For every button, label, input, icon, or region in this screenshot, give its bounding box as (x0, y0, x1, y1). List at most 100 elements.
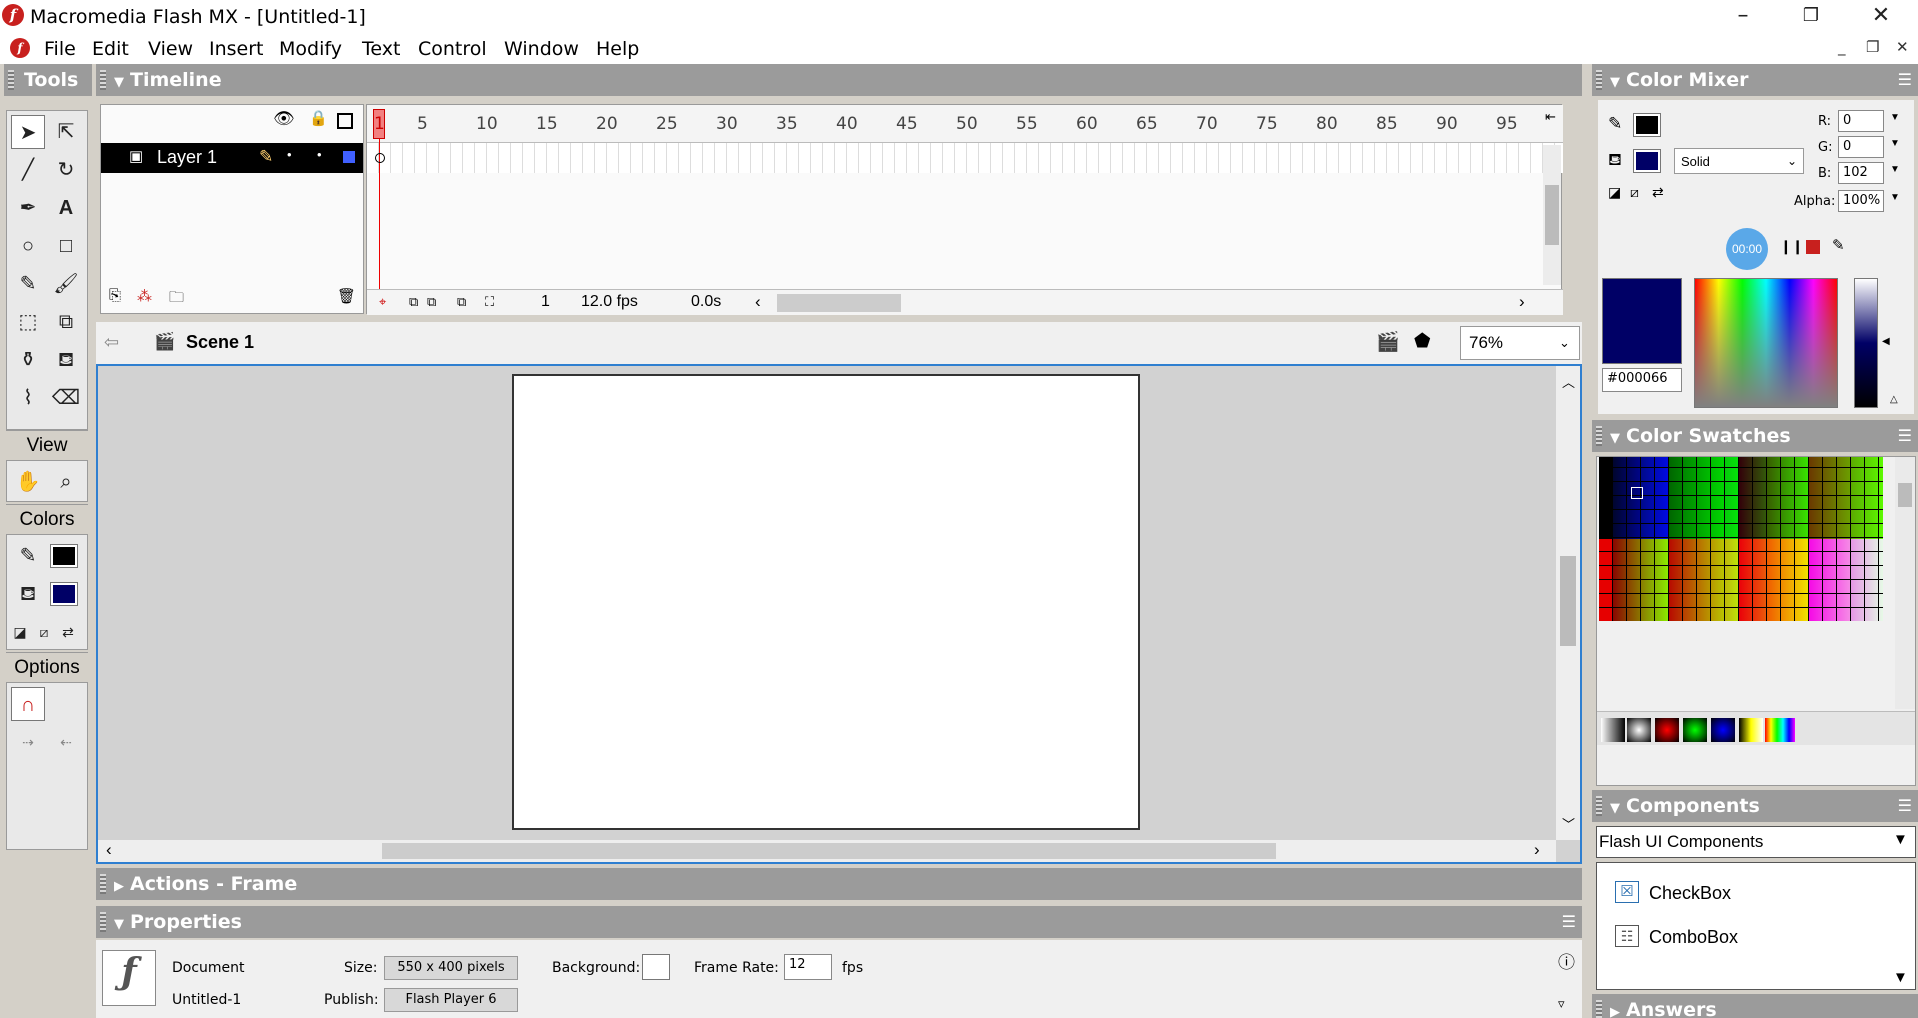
menu-text[interactable]: Text (362, 38, 400, 60)
frame-area[interactable]: ⇤ ⌖ ⧉ ⧉ ⧉ ⛶ 1 12.0 fps 0.0s ‹ › (366, 104, 1563, 315)
modify-onion-markers-icon[interactable]: ⛶ (485, 294, 494, 310)
color-swatches-header[interactable]: ▼ Color Swatches ☰ (1592, 420, 1918, 452)
menu-modify[interactable]: Modify (279, 38, 342, 60)
stroke-color-swatch[interactable] (1633, 113, 1661, 137)
blue-arrow-icon[interactable]: ▼ (1890, 164, 1900, 175)
eye-icon[interactable]: 👁 (273, 109, 295, 129)
onion-outline-icon[interactable]: ⧉ (427, 294, 436, 310)
pause-icon[interactable]: ❙❙ (1780, 238, 1803, 255)
brightness-slider[interactable] (1854, 278, 1878, 408)
stage-vscroll[interactable]: ︿ ﹀ (1556, 366, 1580, 840)
doc-minimize-button[interactable]: _ (1838, 38, 1846, 56)
menu-control[interactable]: Control (418, 38, 487, 60)
fill-style-select[interactable]: Solid ⌄ (1674, 148, 1804, 174)
red-arrow-icon[interactable]: ▼ (1890, 112, 1900, 123)
scroll-down-icon[interactable]: ﹀ (1562, 814, 1575, 833)
scroll-up-icon[interactable]: ︿ (1562, 372, 1575, 391)
gradient-radial-gray[interactable] (1627, 718, 1651, 742)
components-header[interactable]: ▼ Components ☰ (1592, 790, 1918, 822)
gradient-linear-rainbow[interactable] (1765, 718, 1795, 742)
back-arrow-icon[interactable]: ⇦ (104, 332, 119, 353)
outline-icon[interactable] (337, 113, 353, 129)
stage-area[interactable]: ︿ ﹀ ‹ › (96, 364, 1582, 864)
paint-bucket-tool-icon[interactable]: ⛾ (49, 343, 83, 377)
doc-restore-button[interactable]: ❐ (1866, 38, 1879, 56)
straighten-icon[interactable]: ⇠ (49, 725, 83, 759)
edit-symbols-icon[interactable]: ⬟ (1414, 330, 1431, 353)
no-color-icon[interactable]: ⧄ (31, 615, 57, 649)
gradient-radial-red[interactable] (1655, 718, 1679, 742)
scene-name[interactable]: Scene 1 (186, 332, 254, 353)
gradient-linear-gray[interactable] (1601, 718, 1625, 742)
scroll-right-icon[interactable]: › (1534, 840, 1540, 860)
triangle-down-icon[interactable]: ▼ (1893, 969, 1908, 986)
scroll-right-icon[interactable]: › (1519, 292, 1525, 312)
delete-layer-icon[interactable]: 🗑 (337, 287, 356, 305)
rectangle-tool-icon[interactable]: □ (49, 229, 83, 263)
lasso-tool-icon[interactable]: ↻ (49, 153, 83, 187)
gradient-radial-green[interactable] (1683, 718, 1707, 742)
timeline-header[interactable]: ▼ Timeline (96, 64, 1582, 96)
brightness-pointer-icon[interactable]: ◀ (1882, 336, 1890, 347)
pen-tool-icon[interactable]: ✒ (11, 191, 45, 225)
component-set-select[interactable]: Flash UI Components ▼ (1596, 826, 1916, 858)
black-white-icon[interactable]: ◪ (7, 615, 33, 649)
swatches-vscroll-thumb[interactable] (1898, 483, 1912, 507)
swap-colors-icon[interactable]: ⇄ (55, 615, 81, 649)
onion-skin-icon[interactable]: ⧉ (409, 294, 418, 310)
restore-button[interactable]: ❐ (1782, 0, 1840, 32)
stroke-color-swatch[interactable] (50, 544, 78, 568)
minimize-button[interactable]: – (1714, 0, 1772, 32)
component-item-checkbox[interactable]: CheckBox (1649, 883, 1731, 904)
add-guide-layer-icon[interactable]: ⁂ (137, 287, 152, 305)
keyframe[interactable] (375, 153, 385, 163)
lock-dot[interactable]: • (317, 147, 322, 162)
stage-hscroll[interactable]: ‹ › (98, 840, 1556, 862)
alpha-arrow-icon[interactable]: ▼ (1890, 192, 1900, 203)
fill-transform-tool-icon[interactable]: ⧉ (49, 305, 83, 339)
layer-row[interactable]: ▣ Layer 1 ✎ • • (101, 143, 363, 173)
recording-timer[interactable]: 00:00 (1726, 228, 1768, 270)
zoom-tool-icon[interactable]: ⌕ (49, 465, 83, 499)
text-tool-icon[interactable]: A (49, 191, 83, 225)
menu-edit[interactable]: Edit (92, 38, 129, 60)
fill-color-swatch[interactable] (1633, 149, 1661, 173)
stage-canvas[interactable] (512, 374, 1140, 830)
panel-options-icon[interactable]: ☰ (1898, 790, 1912, 822)
black-white-icon[interactable]: ◪ (1608, 184, 1621, 201)
green-input[interactable]: 0 (1838, 136, 1884, 158)
panel-options-icon[interactable]: ☰ (1898, 64, 1912, 96)
oval-tool-icon[interactable]: ○ (11, 229, 45, 263)
collapse-mixer-icon[interactable]: △ (1890, 394, 1898, 405)
hex-input[interactable]: #000066 (1602, 368, 1682, 392)
stage-hscroll-thumb[interactable] (382, 843, 1276, 859)
ink-bottle-tool-icon[interactable]: ⚱ (11, 343, 45, 377)
close-button[interactable]: ✕ (1852, 0, 1910, 32)
publish-button[interactable]: Flash Player 6 (384, 988, 518, 1012)
background-color-swatch[interactable] (642, 954, 670, 980)
brush-tool-icon[interactable]: 🖌 (49, 267, 83, 301)
component-item-combobox[interactable]: ComboBox (1649, 927, 1738, 948)
center-frame-icon[interactable]: ⌖ (379, 294, 386, 310)
annotate-pen-icon[interactable]: ✎ (1832, 236, 1845, 254)
expand-icon[interactable]: ▿ (1558, 996, 1565, 1012)
menu-file[interactable]: File (44, 38, 76, 60)
blue-input[interactable]: 102 (1838, 162, 1884, 184)
properties-header[interactable]: ▼ Properties ☰ (96, 906, 1582, 938)
menu-view[interactable]: View (148, 38, 193, 60)
selected-swatch[interactable] (1631, 487, 1643, 499)
timeline-vscroll-thumb[interactable] (1545, 185, 1559, 245)
edit-multiple-frames-icon[interactable]: ⧉ (457, 294, 466, 310)
color-spectrum[interactable] (1694, 278, 1838, 408)
gradient-radial-blue[interactable] (1711, 718, 1735, 742)
swap-colors-icon[interactable]: ⇄ (1652, 184, 1664, 201)
menu-insert[interactable]: Insert (209, 38, 264, 60)
color-mixer-header[interactable]: ▼ Color Mixer ☰ (1592, 64, 1918, 96)
edit-scene-icon[interactable]: 🎬 (1376, 330, 1400, 354)
free-transform-tool-icon[interactable]: ⬚ (11, 305, 45, 339)
panel-options-icon[interactable]: ☰ (1898, 420, 1912, 452)
frame-view-menu-icon[interactable]: ⇤ (1545, 109, 1556, 125)
pencil-tool-icon[interactable]: ✎ (11, 267, 45, 301)
fill-color-swatch[interactable] (50, 582, 78, 606)
insert-folder-icon[interactable]: 🗀 (169, 287, 184, 312)
